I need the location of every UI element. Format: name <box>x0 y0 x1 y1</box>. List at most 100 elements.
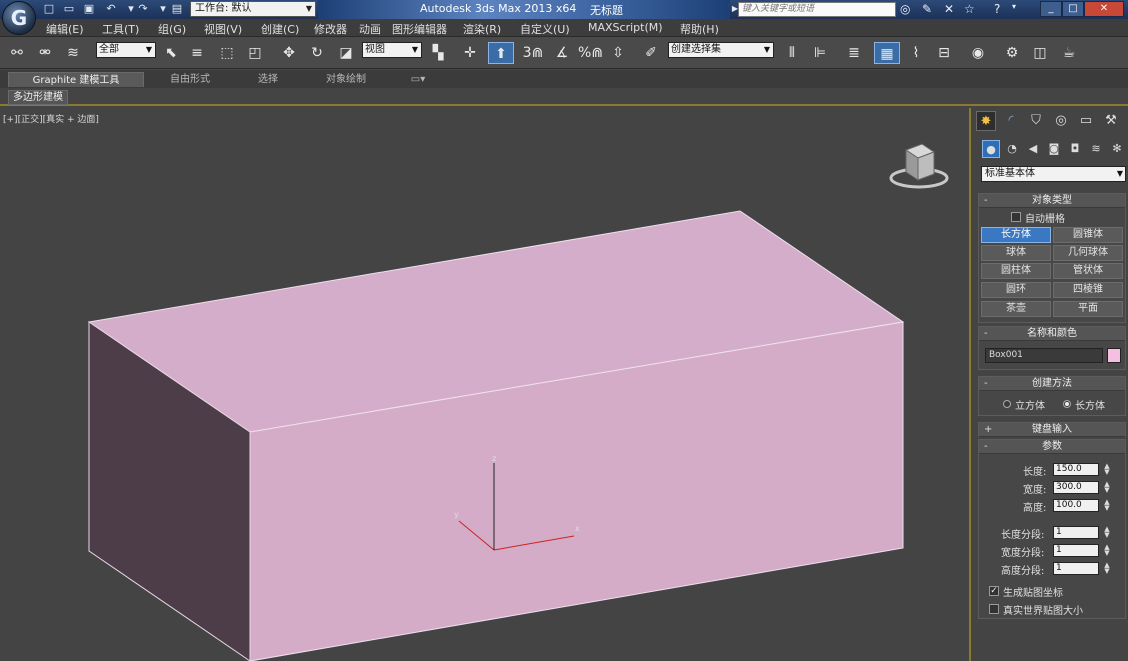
move-icon[interactable]: ✥ <box>278 42 300 64</box>
bind-space-warp-icon[interactable]: ≋ <box>62 42 84 64</box>
viewport-shading-label[interactable]: [真实 + 边面] <box>43 115 99 125</box>
redo-dropdown-icon[interactable]: ▾ <box>156 2 170 16</box>
height-spinner[interactable]: 100.0 <box>1053 499 1099 512</box>
wrench-icon[interactable]: ✎ <box>922 2 932 16</box>
box-radio[interactable] <box>1063 400 1071 408</box>
help-dropdown-icon[interactable]: ▾ <box>1012 2 1016 11</box>
selection-filter-dropdown[interactable]: 全部 ▼ <box>96 42 156 58</box>
shapes-icon[interactable]: ◔ <box>1003 140 1021 158</box>
maximize-button[interactable]: □ <box>1062 1 1084 17</box>
tab-freeform[interactable]: 自由形式 <box>150 72 230 87</box>
viewcube-icon[interactable] <box>888 140 950 190</box>
creation-method-header[interactable]: - 创建方法 <box>979 377 1125 391</box>
tab-selection[interactable]: 选择 <box>236 72 300 87</box>
sphere-button[interactable]: 球体 <box>981 245 1051 261</box>
name-color-header[interactable]: - 名称和颜色 <box>979 327 1125 341</box>
utilities-tab-icon[interactable]: ⚒ <box>1101 111 1121 131</box>
menu-views[interactable]: 视图(V) <box>204 21 242 37</box>
menu-animation[interactable]: 动画 <box>359 21 381 37</box>
edit-named-selection-icon[interactable]: ✐ <box>640 42 662 64</box>
spinner-arrows-icon[interactable]: ▲ ▼ <box>1103 481 1111 494</box>
keyboard-shortcut-override-icon[interactable]: ⬆ <box>488 42 514 64</box>
close-button[interactable]: ✕ <box>1084 1 1124 17</box>
length-spinner[interactable]: 150.0 <box>1053 463 1099 476</box>
torus-button[interactable]: 圆环 <box>981 282 1051 298</box>
search-input[interactable]: 键入关键字或短语 <box>738 2 896 17</box>
box-button[interactable]: 长方体 <box>981 227 1051 243</box>
width-segs-spinner[interactable]: 1 <box>1053 544 1099 557</box>
menu-maxscript[interactable]: MAXScript(M) <box>588 21 663 34</box>
viewport-view-label[interactable]: [正交] <box>18 115 43 125</box>
layer-manager-icon[interactable]: ≣ <box>842 42 866 64</box>
menu-graph-editors[interactable]: 图形编辑器 <box>392 21 447 37</box>
length-segs-spinner[interactable]: 1 <box>1053 526 1099 539</box>
undo-icon[interactable]: ↶ <box>104 2 118 16</box>
autogrid-checkbox[interactable] <box>1011 212 1021 222</box>
tab-object-paint[interactable]: 对象绘制 <box>306 72 386 87</box>
menu-tools[interactable]: 工具(T) <box>102 21 139 37</box>
teapot-button[interactable]: 茶壶 <box>981 301 1051 317</box>
minimize-button[interactable]: _ <box>1040 1 1062 17</box>
spinner-snap-icon[interactable]: ⇳ <box>606 42 630 64</box>
spinner-arrows-icon[interactable]: ▲ ▼ <box>1103 562 1111 575</box>
render-teapot-icon[interactable]: ☕ <box>1056 42 1082 64</box>
cameras-icon[interactable]: ◙ <box>1045 140 1063 158</box>
exchange-icon[interactable]: ✕ <box>944 2 954 16</box>
window-crossing-icon[interactable]: ◰ <box>244 42 266 64</box>
favorites-star-icon[interactable]: ☆ <box>964 2 975 16</box>
percent-snap-icon[interactable]: %⋒ <box>578 42 603 64</box>
menu-customize[interactable]: 自定义(U) <box>520 21 570 37</box>
object-name-input[interactable]: Box001 <box>985 348 1103 363</box>
project-folder-icon[interactable]: ▤ <box>170 2 184 16</box>
helpers-icon[interactable]: ◘ <box>1066 140 1084 158</box>
lights-icon[interactable]: ◀ <box>1024 140 1042 158</box>
object-color-swatch[interactable] <box>1107 348 1121 363</box>
save-icon[interactable]: ▣ <box>82 2 96 16</box>
display-tab-icon[interactable]: ▭ <box>1076 111 1096 131</box>
help-icon[interactable]: ? <box>994 2 1000 16</box>
geosphere-button[interactable]: 几何球体 <box>1053 245 1123 261</box>
tube-button[interactable]: 管状体 <box>1053 263 1123 279</box>
parameters-header[interactable]: - 参数 <box>979 440 1125 454</box>
binoculars-icon[interactable]: ◎ <box>900 2 910 16</box>
gen-mapping-checkbox[interactable]: ✓ <box>989 586 999 596</box>
width-spinner[interactable]: 300.0 <box>1053 481 1099 494</box>
snaps-toggle-icon[interactable]: 3⋒ <box>520 42 546 64</box>
rotate-icon[interactable]: ↻ <box>306 42 328 64</box>
schematic-view-icon[interactable]: ⊟ <box>932 42 956 64</box>
scale-icon[interactable]: ◪ <box>334 42 358 64</box>
spinner-arrows-icon[interactable]: ▲ ▼ <box>1103 526 1111 539</box>
keyboard-entry-header[interactable]: + 键盘输入 <box>979 423 1125 437</box>
open-file-icon[interactable]: ▭ <box>62 2 76 16</box>
select-and-manipulate-icon[interactable]: ✛ <box>458 42 482 64</box>
spinner-arrows-icon[interactable]: ▲ ▼ <box>1103 463 1111 476</box>
material-editor-icon[interactable]: ◉ <box>966 42 990 64</box>
app-logo[interactable]: G <box>2 1 36 35</box>
cylinder-button[interactable]: 圆柱体 <box>981 263 1051 279</box>
ribbon-options-icon[interactable]: ▭▾ <box>404 72 432 87</box>
redo-icon[interactable]: ↷ <box>136 2 150 16</box>
mirror-icon[interactable]: ⫴ <box>780 42 804 64</box>
pivot-center-icon[interactable]: ▚ <box>426 42 450 64</box>
polygon-modeling-panel[interactable]: 多边形建模 <box>8 90 68 105</box>
angle-snap-icon[interactable]: ∡ <box>550 42 574 64</box>
motion-tab-icon[interactable]: ◎ <box>1051 111 1071 131</box>
align-icon[interactable]: ⊫ <box>808 42 832 64</box>
cube-radio[interactable] <box>1003 400 1011 408</box>
named-selection-dropdown[interactable]: 创建选择集 ▼ <box>668 42 774 58</box>
new-file-icon[interactable]: □ <box>42 2 56 16</box>
plane-button[interactable]: 平面 <box>1053 301 1123 317</box>
object-type-header[interactable]: - 对象类型 <box>979 194 1125 208</box>
select-object-icon[interactable]: ⬉ <box>160 42 182 64</box>
reference-coordinate-dropdown[interactable]: 视图 ▼ <box>362 42 422 58</box>
spinner-arrows-icon[interactable]: ▲ ▼ <box>1103 499 1111 512</box>
render-setup-icon[interactable]: ⚙ <box>1000 42 1024 64</box>
menu-group[interactable]: 组(G) <box>158 21 186 37</box>
unlink-icon[interactable]: ⚮ <box>34 42 56 64</box>
menu-rendering[interactable]: 渲染(R) <box>463 21 501 37</box>
perspective-viewport[interactable]: [+][正交][真实 + 边面] x y z <box>0 108 971 661</box>
space-warps-icon[interactable]: ≋ <box>1087 140 1105 158</box>
pyramid-button[interactable]: 四棱锥 <box>1053 282 1123 298</box>
curve-editor-icon[interactable]: ⌇ <box>904 42 928 64</box>
scene-canvas[interactable] <box>0 108 971 661</box>
